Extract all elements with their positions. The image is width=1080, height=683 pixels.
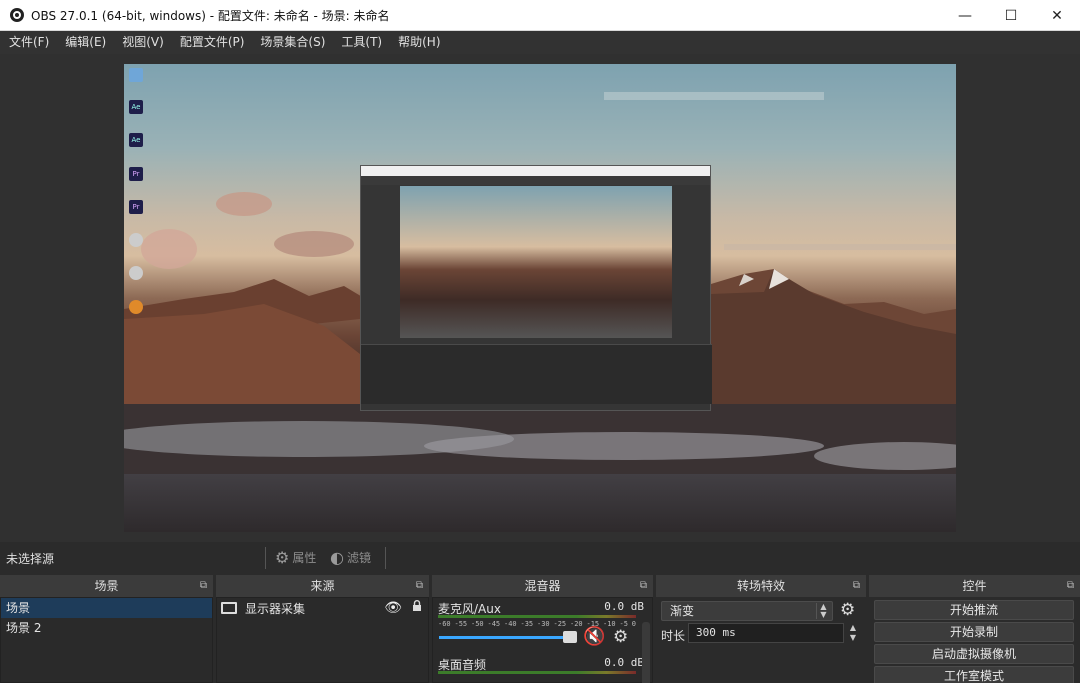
channel-db: 0.0 dB	[604, 656, 644, 669]
volume-meter	[438, 615, 636, 618]
mixer-dock: 混音器 ⧉ 麦克风/Aux 0.0 dB -60 -55 -50 -45 -40 -35-…	[432, 575, 653, 683]
eye-icon[interactable]: 👁	[384, 600, 402, 616]
maximize-button[interactable]: ☐	[988, 0, 1034, 31]
window-controls: — ☐ ✕	[942, 0, 1080, 31]
menu-scene-collection[interactable]: 场景集合(S)	[255, 31, 330, 54]
controls-dock-header: 控件 ⧉	[869, 575, 1080, 597]
toolbar-separator	[265, 547, 266, 569]
scene-item[interactable]: 场景	[1, 598, 212, 618]
nested-preview	[400, 186, 672, 338]
duration-spinner[interactable]: ▲ ▼	[846, 623, 860, 643]
nested-docks	[361, 344, 712, 404]
gear-icon[interactable]: ⚙	[840, 600, 855, 620]
preview-canvas[interactable]: Ae Ae Pr Pr	[124, 64, 956, 532]
transitions-dock-header: 转场特效 ⧉	[656, 575, 866, 597]
filters-button[interactable]: ◐ 滤镜	[330, 548, 371, 567]
toolbar-separator	[385, 547, 386, 569]
menu-help[interactable]: 帮助(H)	[393, 31, 445, 54]
menu-tools[interactable]: 工具(T)	[336, 31, 387, 54]
close-button[interactable]: ✕	[1034, 0, 1080, 31]
mixer-channel-mic: 麦克风/Aux 0.0 dB -60 -55 -50 -45 -40 -35 -30 -25-…	[433, 598, 652, 654]
after-effects-icon: Ae	[129, 100, 143, 114]
nested-title-bar	[361, 166, 710, 176]
transitions-dock-title: 转场特效	[736, 579, 785, 593]
properties-button[interactable]: ⚙ 属性	[275, 548, 316, 567]
volume-meter	[438, 671, 636, 674]
sources-dock: 来源 ⧉ 显示器采集 👁	[216, 575, 429, 683]
scene-item[interactable]: 场景 2	[1, 618, 212, 638]
meter-ticks: -60 -55 -50 -45 -40 -35 -30 -25 -20 -15 -10 -5 0	[438, 620, 636, 628]
cinema4d-icon	[129, 233, 143, 247]
desktop-icons: Ae Ae Pr Pr	[124, 64, 152, 324]
window-title: OBS 27.0.1 (64-bit, windows) - 配置文件: 未命名…	[31, 8, 390, 23]
properties-label: 属性	[292, 551, 317, 565]
float-icon[interactable]: ⧉	[853, 575, 860, 597]
mixer-scrollbar[interactable]	[642, 622, 650, 683]
mixer-dock-header: 混音器 ⧉	[432, 575, 653, 597]
transition-selected: 渐变	[670, 604, 695, 618]
duration-label: 时长	[661, 629, 686, 643]
menu-bar: 文件(F) 编辑(E) 视图(V) 配置文件(P) 场景集合(S) 工具(T) …	[0, 31, 1080, 54]
scenes-dock-title: 场景	[94, 579, 119, 593]
no-source-selected-label: 未选择源	[6, 552, 55, 566]
premiere-icon: Pr	[129, 200, 143, 214]
sources-dock-header: 来源 ⧉	[216, 575, 429, 597]
float-icon[interactable]: ⧉	[1067, 575, 1074, 597]
nested-menu-bar	[361, 176, 710, 185]
float-icon[interactable]: ⧉	[416, 575, 423, 597]
app-shortcut-icon	[129, 300, 143, 314]
title-bar: OBS 27.0.1 (64-bit, windows) - 配置文件: 未命名…	[0, 0, 1080, 31]
gear-icon[interactable]: ⚙	[613, 627, 628, 647]
minimize-button[interactable]: —	[942, 0, 988, 31]
filter-icon: ◐	[330, 548, 344, 567]
monitor-icon	[221, 602, 237, 614]
transition-select[interactable]: 渐变 ▲ ▼	[661, 601, 833, 621]
scenes-list: 场景 场景 2	[0, 597, 213, 683]
float-icon[interactable]: ⧉	[200, 575, 207, 597]
duration-input[interactable]: 300 ms	[688, 623, 844, 643]
speaker-muted-icon[interactable]: 🔇	[583, 626, 605, 647]
menu-profile[interactable]: 配置文件(P)	[175, 31, 250, 54]
sources-dock-title: 来源	[310, 579, 335, 593]
obs-logo-icon	[10, 8, 24, 22]
source-toolbar: 未选择源 ⚙ 属性 ◐ 滤镜	[0, 542, 1080, 573]
volume-slider-handle[interactable]	[563, 631, 577, 643]
cinema4d-icon	[129, 266, 143, 280]
start-virtual-camera-button[interactable]: 启动虚拟摄像机	[874, 644, 1074, 664]
controls-dock-title: 控件	[962, 579, 987, 593]
after-effects-icon: Ae	[129, 133, 143, 147]
preview-area: Ae Ae Pr Pr	[0, 54, 1080, 542]
sources-list: 显示器采集 👁	[216, 597, 429, 683]
source-item[interactable]: 显示器采集 👁	[217, 598, 428, 618]
lock-icon[interactable]	[412, 600, 422, 611]
channel-db: 0.0 dB	[604, 600, 644, 613]
filters-label: 滤镜	[346, 551, 371, 565]
scenes-dock-header: 场景 ⧉	[0, 575, 213, 597]
start-recording-button[interactable]: 开始录制	[874, 622, 1074, 642]
menu-edit[interactable]: 编辑(E)	[60, 31, 111, 54]
source-label: 显示器采集	[245, 601, 306, 616]
float-icon[interactable]: ⧉	[640, 575, 647, 597]
recycle-bin-icon	[129, 68, 143, 82]
volume-slider[interactable]	[439, 636, 573, 639]
nested-obs-window	[360, 165, 712, 411]
mixer-channels: 麦克风/Aux 0.0 dB -60 -55 -50 -45 -40 -35 -30 -25-…	[432, 597, 653, 683]
premiere-icon: Pr	[129, 167, 143, 181]
studio-mode-button[interactable]: 工作室模式	[874, 666, 1074, 683]
transitions-dock: 转场特效 ⧉ 渐变 ▲ ▼ ⚙ 时长 300 ms ▲ ▼	[656, 575, 866, 683]
controls-dock: 控件 ⧉ 开始推流 开始录制 启动虚拟摄像机 工作室模式	[869, 575, 1080, 683]
scenes-dock: 场景 ⧉ 场景 场景 2	[0, 575, 213, 683]
mixer-dock-title: 混音器	[524, 579, 561, 593]
start-streaming-button[interactable]: 开始推流	[874, 600, 1074, 620]
mixer-channel-desktop: 桌面音频 0.0 dB	[433, 654, 652, 683]
gear-icon: ⚙	[275, 548, 290, 567]
menu-file[interactable]: 文件(F)	[4, 31, 54, 54]
menu-view[interactable]: 视图(V)	[117, 31, 169, 54]
chevron-updown-icon: ▲ ▼	[816, 603, 830, 619]
